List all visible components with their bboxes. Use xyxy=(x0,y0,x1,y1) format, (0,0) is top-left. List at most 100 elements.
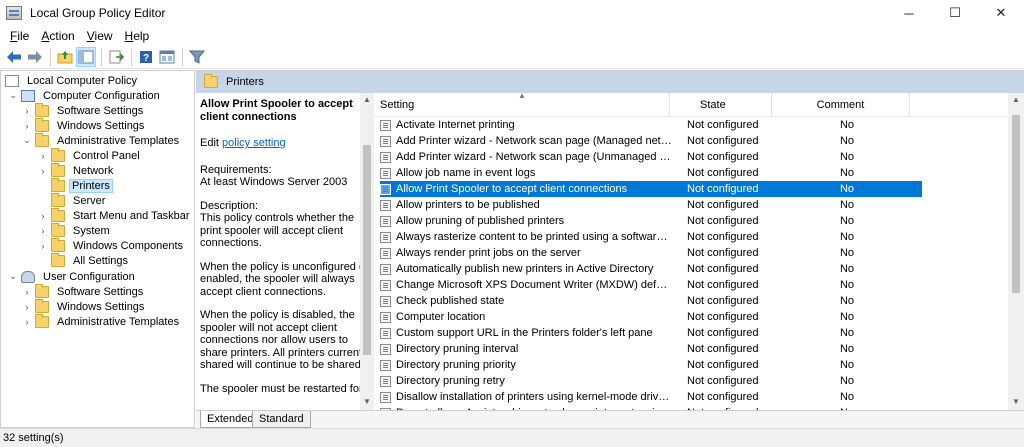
table-row[interactable]: Allow Print Spooler to accept client con… xyxy=(380,181,922,197)
scroll-up-icon[interactable]: ▲ xyxy=(1008,95,1024,104)
collapse-chevron-icon[interactable]: › xyxy=(37,165,49,177)
table-row[interactable]: Allow pruning of published printers Not c… xyxy=(380,213,922,229)
collapse-chevron-icon[interactable]: › xyxy=(37,240,49,252)
table-row[interactable]: Allow printers to be published Not config… xyxy=(380,197,922,213)
setting-name: Allow job name in event logs xyxy=(396,167,536,179)
table-row[interactable]: Directory pruning retry Not configured No xyxy=(380,373,922,389)
menu-action[interactable]: Action xyxy=(35,29,80,43)
properties-view-icon[interactable] xyxy=(157,47,177,67)
tree-item-uc-windows-settings[interactable]: › Windows Settings xyxy=(21,298,148,314)
menu-view[interactable]: View xyxy=(81,29,119,43)
tree-item-cc-windows-settings[interactable]: › Windows Settings xyxy=(21,117,148,133)
table-row[interactable]: Custom support URL in the Printers folde… xyxy=(380,325,922,341)
toolbar-separator xyxy=(131,47,132,66)
tab-standard[interactable]: Standard xyxy=(252,411,311,428)
setting-comment: No xyxy=(839,375,855,387)
edit-policy-setting-link[interactable]: policy setting xyxy=(222,137,286,149)
menu-help[interactable]: Help xyxy=(119,29,156,43)
collapse-chevron-icon[interactable]: › xyxy=(21,301,33,313)
window-controls: ─ ☐ ✕ xyxy=(886,0,1024,26)
minimize-button[interactable]: ─ xyxy=(886,0,932,26)
table-row[interactable]: Add Printer wizard - Network scan page (… xyxy=(380,149,922,165)
collapse-chevron-icon[interactable]: › xyxy=(21,286,33,298)
policy-setting-icon xyxy=(380,231,391,243)
back-icon[interactable] xyxy=(4,47,24,67)
setting-name: Add Printer wizard - Network scan page (… xyxy=(396,135,677,147)
close-button[interactable]: ✕ xyxy=(978,0,1024,26)
up-folder-icon[interactable] xyxy=(55,47,75,67)
maximize-button[interactable]: ☐ xyxy=(932,0,978,26)
collapse-chevron-icon[interactable]: › xyxy=(37,225,49,237)
table-row[interactable]: Computer location Not configured No xyxy=(380,309,922,325)
collapse-chevron-icon[interactable]: › xyxy=(21,120,33,132)
setting-state: Not configured xyxy=(687,215,759,227)
collapse-chevron-icon[interactable]: › xyxy=(37,210,49,222)
table-row[interactable]: Allow job name in event logs Not configur… xyxy=(380,165,922,181)
help-icon[interactable]: ? xyxy=(136,47,156,67)
svg-text:?: ? xyxy=(143,53,149,64)
table-row[interactable]: Add Printer wizard - Network scan page (… xyxy=(380,133,922,149)
filter-icon[interactable] xyxy=(187,47,207,67)
collapse-chevron-icon[interactable]: › xyxy=(37,150,49,162)
table-row[interactable]: Disallow installation of printers using … xyxy=(380,389,922,405)
expand-chevron-icon[interactable]: ⌄ xyxy=(21,135,33,147)
table-row[interactable]: Automatically publish new printers in Ac… xyxy=(380,261,922,277)
menu-file[interactable]: File xyxy=(4,29,35,43)
scrollbar-thumb[interactable] xyxy=(363,145,371,355)
tree-item-cc-administrative-templates[interactable]: ⌄ Administrative Templates xyxy=(21,132,183,148)
tree-item-user-configuration[interactable]: ⌄ User Configuration xyxy=(7,269,139,284)
table-row[interactable]: Check published state Not configured No xyxy=(380,293,922,309)
column-header-setting[interactable]: Setting ▲ xyxy=(374,93,670,117)
column-header-comment[interactable]: Comment xyxy=(772,93,910,117)
scrollbar-thumb[interactable] xyxy=(1012,115,1020,293)
table-row[interactable]: Change Microsoft XPS Document Writer (MX… xyxy=(380,277,922,293)
forward-icon[interactable] xyxy=(25,47,45,67)
export-list-icon[interactable] xyxy=(106,47,126,67)
list-header: Setting ▲ State Comment xyxy=(374,93,1024,117)
tree-item-control-panel[interactable]: › Control Panel xyxy=(37,147,144,163)
collapse-chevron-icon[interactable]: › xyxy=(21,316,33,328)
list-scrollbar[interactable]: ▲ ▼ xyxy=(1008,93,1024,411)
window-title: Local Group Policy Editor xyxy=(30,6,166,20)
scroll-down-icon[interactable]: ▼ xyxy=(1008,397,1024,406)
folder-icon xyxy=(35,313,49,328)
table-row[interactable]: Activate Internet printing Not configured… xyxy=(380,117,922,133)
setting-state: Not configured xyxy=(687,343,759,355)
policy-setting-icon xyxy=(380,327,391,339)
expand-chevron-icon[interactable]: ⌄ xyxy=(7,271,19,283)
extended-description-pane: Allow Print Spooler to accept client con… xyxy=(196,93,374,411)
sort-ascending-icon: ▲ xyxy=(518,93,526,100)
tree-item-computer-configuration[interactable]: ⌄ Computer Configuration xyxy=(7,88,164,103)
setting-state: Not configured xyxy=(687,263,759,275)
expand-chevron-icon[interactable]: ⌄ xyxy=(7,90,19,102)
tree-item-printers[interactable]: Printers xyxy=(37,177,113,193)
show-hide-tree-icon[interactable] xyxy=(76,46,96,67)
description-scrollbar[interactable]: ▲ ▼ xyxy=(360,93,374,411)
tree-item-local-computer-policy[interactable]: Local Computer Policy xyxy=(3,73,141,88)
tree-item-network[interactable]: › Network xyxy=(37,162,117,178)
panel-header: Printers xyxy=(196,71,1024,93)
policy-setting-icon xyxy=(380,215,391,227)
scroll-down-icon[interactable]: ▼ xyxy=(360,397,374,406)
tree-item-all-settings[interactable]: All Settings xyxy=(37,252,132,268)
setting-state: Not configured xyxy=(687,167,759,179)
column-header-state[interactable]: State xyxy=(670,93,772,117)
collapse-chevron-icon[interactable]: › xyxy=(21,105,33,117)
scroll-up-icon[interactable]: ▲ xyxy=(360,95,374,104)
tree-item-cc-software-settings[interactable]: › Software Settings xyxy=(21,102,147,118)
tree-item-windows-components[interactable]: › Windows Components xyxy=(37,237,187,253)
status-setting-count: 32 setting(s) xyxy=(3,432,64,444)
policy-setting-icon xyxy=(380,359,391,371)
tree-item-start-menu-and-taskbar[interactable]: › Start Menu and Taskbar xyxy=(37,207,194,223)
setting-state: Not configured xyxy=(687,327,759,339)
table-row[interactable]: Always rasterize content to be printed u… xyxy=(380,229,922,245)
table-row[interactable]: Directory pruning interval Not configured… xyxy=(380,341,922,357)
tree-item-uc-software-settings[interactable]: › Software Settings xyxy=(21,283,147,299)
setting-comment: No xyxy=(839,359,855,371)
table-row[interactable]: Directory pruning priority Not configured… xyxy=(380,357,922,373)
tree-item-server[interactable]: Server xyxy=(37,192,109,208)
tree-item-uc-administrative-templates[interactable]: › Administrative Templates xyxy=(21,313,183,329)
tree-item-system[interactable]: › System xyxy=(37,222,114,238)
table-row[interactable]: Always render print jobs on the server No… xyxy=(380,245,922,261)
setting-state: Not configured xyxy=(687,119,759,131)
